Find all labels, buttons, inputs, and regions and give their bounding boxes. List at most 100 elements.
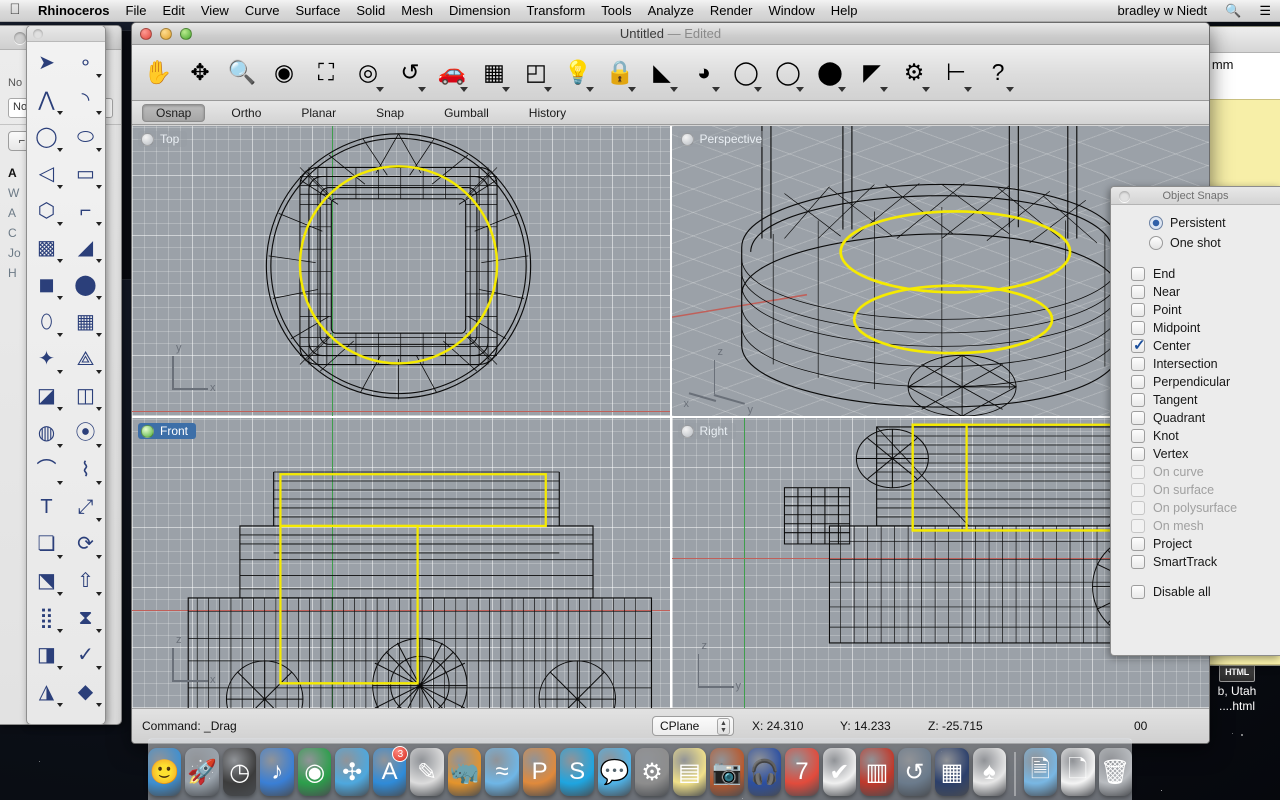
boolean-union-tool-icon[interactable]: ◍	[27, 414, 66, 451]
osnap-point[interactable]: Point	[1111, 301, 1280, 319]
chevron-down-icon[interactable]	[754, 87, 762, 92]
checkbox-icon[interactable]	[1131, 585, 1145, 599]
chevron-down-icon[interactable]	[96, 370, 102, 374]
viewport-label-right[interactable]: Right	[678, 423, 736, 439]
chevron-down-icon[interactable]	[96, 555, 102, 559]
dock-item-stickies[interactable]: ▤	[673, 748, 706, 796]
loft-surface-tool-icon[interactable]: ◢	[66, 229, 105, 266]
osnap-vertex[interactable]: Vertex	[1111, 445, 1280, 463]
chevron-down-icon[interactable]	[96, 111, 102, 115]
dock-item-safari[interactable]: ✣	[335, 748, 368, 796]
chevron-down-icon[interactable]	[964, 87, 972, 92]
dock-item-time-machine[interactable]: ↺	[898, 748, 931, 796]
osnap-mode-group[interactable]: Persistent One shot	[1111, 213, 1280, 253]
chevron-down-icon[interactable]	[502, 87, 510, 92]
zoom-selected-tool-icon[interactable]: ◎	[348, 50, 388, 96]
extrude-surface-tool-icon[interactable]: ⇧	[66, 562, 105, 599]
menubar-right-cluster[interactable]: bradley w Niedt 🔍 ☰	[1109, 0, 1280, 22]
extrude-solid-tool-icon[interactable]: ⬔	[27, 562, 66, 599]
menu-item-edit[interactable]: Edit	[154, 0, 192, 22]
chevron-down-icon[interactable]	[57, 259, 63, 263]
chevron-down-icon[interactable]	[57, 629, 63, 633]
chevron-down-icon[interactable]	[96, 592, 102, 596]
command-line[interactable]: Command: _Drag	[132, 719, 652, 733]
dock-item-rhinoceros[interactable]: 🦏	[448, 748, 481, 796]
dock-item-processing[interactable]: P	[523, 748, 556, 796]
snap-tab-history[interactable]: History	[515, 104, 580, 122]
checkbox-icon[interactable]	[1131, 357, 1145, 371]
chevron-down-icon[interactable]	[96, 444, 102, 448]
render-tool-icon[interactable]: ◆	[66, 673, 105, 710]
cplane-dropdown[interactable]: CPlane ▲ ▼	[652, 716, 734, 736]
osnap-mode-persistent[interactable]: Persistent	[1111, 213, 1280, 233]
render-preview-tool-icon[interactable]: ◤	[852, 50, 892, 96]
osnap-near[interactable]: Near	[1111, 283, 1280, 301]
rhinoceros-main-window[interactable]: Untitled — Edited ✋ ✥ 🔍 ◉ ⛶ ◎ ↺ 🚗 ▦ ◰ 💡 🔒 ◣ ◕ ◯ ◯ ⬤ ◤ ⚙ ⊢? …	[131, 22, 1210, 744]
osnap-end[interactable]: End	[1111, 265, 1280, 283]
light-tool-icon[interactable]: 💡	[558, 50, 598, 96]
analysis-tool-icon[interactable]: ◮	[27, 673, 66, 710]
window-traffic-lights[interactable]	[140, 28, 192, 40]
chevron-down-icon[interactable]	[57, 592, 63, 596]
menu-item-window[interactable]: Window	[760, 0, 822, 22]
dock-item-trash[interactable]: 🗑	[1099, 748, 1132, 796]
offset-tool-icon[interactable]: ◨	[27, 636, 66, 673]
pan-tool-icon[interactable]: ✋	[138, 50, 178, 96]
chevron-down-icon[interactable]	[57, 370, 63, 374]
dock-item-finder[interactable]: 🙂	[148, 748, 181, 796]
chevron-down-icon[interactable]	[57, 481, 63, 485]
menu-item-analyze[interactable]: Analyze	[640, 0, 702, 22]
chevron-down-icon[interactable]	[922, 87, 930, 92]
minimize-icon[interactable]	[160, 28, 172, 40]
chevron-down-icon[interactable]	[57, 407, 63, 411]
osnap-disable-all[interactable]: Disable all	[1111, 583, 1280, 601]
text-tool-icon[interactable]: T	[27, 488, 66, 525]
chevron-down-icon[interactable]	[418, 87, 426, 92]
zoom-tool-icon[interactable]: 🔍	[222, 50, 262, 96]
shaded-display-tool-icon[interactable]: ⬤	[810, 50, 850, 96]
fillet-edge-tool-icon[interactable]: ⌒	[27, 451, 66, 488]
dock-item-system-preferences[interactable]: ⚙	[635, 748, 668, 796]
mac-menu-bar[interactable]:  RhinocerosFileEditViewCurveSurfaceSoli…	[0, 0, 1280, 22]
maximize-icon[interactable]	[180, 28, 192, 40]
chevron-down-icon[interactable]	[57, 185, 63, 189]
chevron-down-icon[interactable]	[838, 87, 846, 92]
apple-logo-icon[interactable]: 	[0, 2, 30, 19]
layers-tool-icon[interactable]: ▦	[474, 50, 514, 96]
help-tool-icon[interactable]: ?	[978, 50, 1018, 96]
rhino-main-toolbar[interactable]: ✋ ✥ 🔍 ◉ ⛶ ◎ ↺ 🚗 ▦ ◰ 💡 🔒 ◣ ◕ ◯ ◯ ⬤ ◤ ⚙ ⊢?	[132, 45, 1209, 101]
menubar-user-name[interactable]: bradley w Niedt	[1109, 0, 1217, 22]
array-tool-icon[interactable]: ⣿	[27, 599, 66, 636]
osnap-panel-titlebar[interactable]: Object Snaps	[1111, 187, 1280, 205]
dock-item-photo-booth[interactable]: 📷	[710, 748, 743, 796]
dock-item-solidworks[interactable]: ≈	[485, 748, 518, 796]
options-gear-tool-icon[interactable]: ⚙	[894, 50, 934, 96]
circle-tool-icon[interactable]: ◯	[27, 118, 66, 155]
viewport-grid[interactable]: y x Top z x y Perspective z x Front z y …	[132, 126, 1209, 708]
osnap-quadrant[interactable]: Quadrant	[1111, 409, 1280, 427]
checkbox-icon[interactable]	[1131, 339, 1145, 353]
blend-curve-tool-icon[interactable]: ⌇	[66, 451, 105, 488]
radio-button-icon[interactable]	[1149, 236, 1163, 250]
rotate-view-tool-icon[interactable]: ✥	[180, 50, 220, 96]
boolean-difference-tool-icon[interactable]: ⦿	[66, 414, 105, 451]
search-icon[interactable]: 🔍	[1216, 0, 1250, 22]
rhino-snap-tab-row[interactable]: Osnap Ortho Planar Snap Gumball History	[132, 101, 1209, 125]
mac-dock[interactable]: 🙂 🚀 ◷ ♪ ◉ ✣ A 3 ✎ 🦏 ≈ P S 💬 ⚙ ▤ 📷 🎧 7 ✔ ▥ ↺ ▦ ♠ 🗎 🗋 🗑	[148, 738, 1132, 800]
sphere-tool-icon[interactable]: ⬤	[66, 266, 105, 303]
dock-item-sketchup[interactable]: ✎	[410, 748, 443, 796]
palette-titlebar[interactable]	[27, 26, 105, 42]
object-snaps-panel[interactable]: Object Snaps Persistent One shot End Near P…	[1110, 186, 1280, 656]
dock-item-documents-folder[interactable]: 🗎	[1024, 748, 1057, 796]
dock-item-dashboard[interactable]: ◷	[223, 748, 256, 796]
chevron-down-icon[interactable]	[57, 148, 63, 152]
color-wheel-tool-icon[interactable]: ◕	[684, 50, 724, 96]
chevron-down-icon[interactable]	[460, 87, 468, 92]
check-tool-icon[interactable]: ✓	[66, 636, 105, 673]
rhino-titlebar[interactable]: Untitled — Edited	[132, 23, 1209, 45]
dock-item-calendar[interactable]: 7	[785, 748, 818, 796]
viewport-label-front[interactable]: Front	[138, 423, 196, 439]
snap-tab-gumball[interactable]: Gumball	[430, 104, 503, 122]
chevron-down-icon[interactable]	[96, 74, 102, 78]
dock-item-downloads-stack[interactable]: 🗋	[1061, 748, 1094, 796]
